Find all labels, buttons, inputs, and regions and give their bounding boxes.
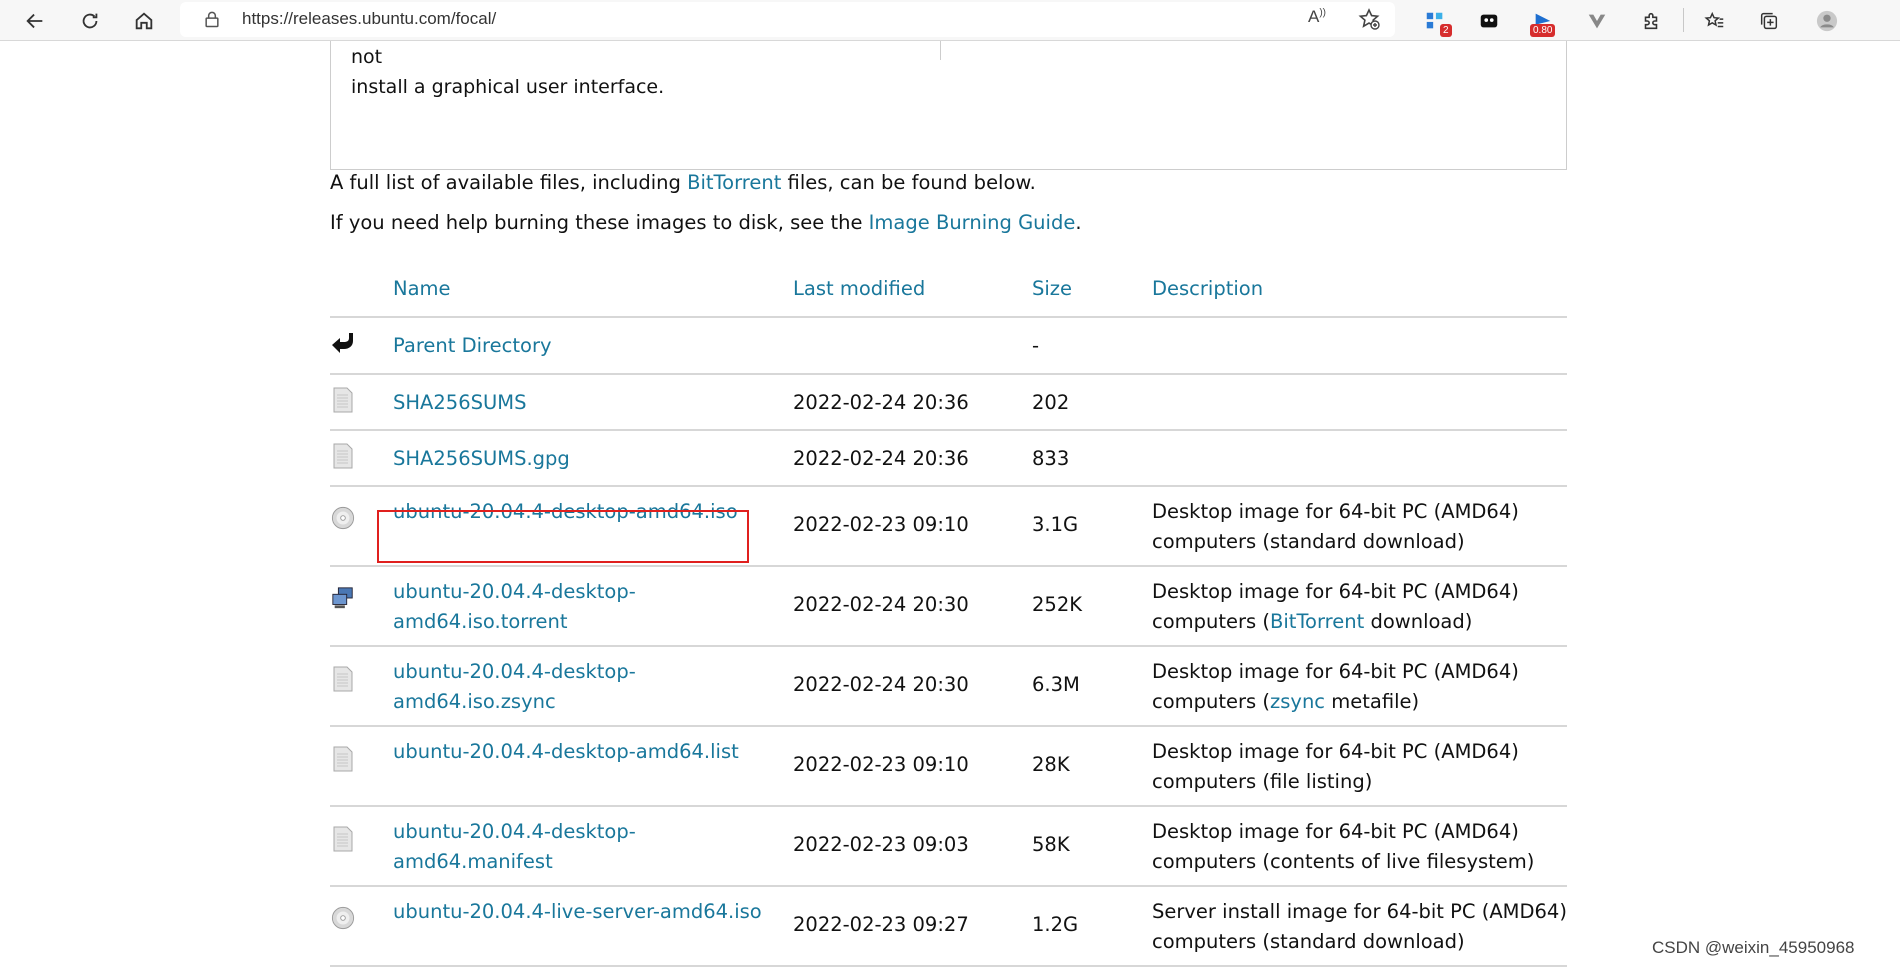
last-modified: 2022-02-24 20:36 <box>793 447 969 470</box>
file-link[interactable]: SHA256SUMS.gpg <box>393 444 773 474</box>
row-divider <box>330 965 1567 967</box>
last-modified: 2022-02-23 09:10 <box>793 753 969 776</box>
last-modified: 2022-02-23 09:10 <box>793 513 969 536</box>
puzzle-icon <box>1644 12 1658 30</box>
last-modified: 2022-02-23 09:27 <box>793 913 969 936</box>
network-computer-icon <box>331 586 355 612</box>
file-link[interactable]: ubuntu-20.04.4-desktop-amd64.iso.zsync <box>393 657 773 717</box>
file-description: Server install image for 64-bit PC (AMD6… <box>1152 900 1567 953</box>
text-file-icon <box>331 443 355 469</box>
browser-toolbar: https://releases.ubuntu.com/focal/ A)) 2… <box>0 0 1900 41</box>
sort-by-description-link[interactable]: Description <box>1152 277 1263 300</box>
extensions-button[interactable] <box>1634 4 1668 38</box>
file-description: Desktop image for 64-bit PC (AMD64) compu… <box>1152 660 1519 713</box>
file-link[interactable]: ubuntu-20.04.4-live-server-amd64.iso <box>393 897 773 927</box>
extension-mask-button[interactable] <box>1472 4 1506 38</box>
collections-icon <box>1760 12 1778 30</box>
description-link[interactable]: zsync <box>1270 690 1325 713</box>
last-modified: 2022-02-23 09:03 <box>793 833 969 856</box>
file-link[interactable]: SHA256SUMS <box>393 388 773 418</box>
mask-icon <box>1480 14 1498 28</box>
lock-icon <box>205 11 219 28</box>
home-button[interactable] <box>127 4 161 38</box>
text-file-icon <box>331 826 355 852</box>
sort-by-name-link[interactable]: Name <box>393 277 451 300</box>
refresh-icon <box>82 13 98 29</box>
last-modified: 2022-02-24 20:36 <box>793 391 969 414</box>
row-divider <box>330 429 1567 431</box>
sort-by-modified-link[interactable]: Last modified <box>793 277 925 300</box>
favorites-button[interactable] <box>1698 4 1732 38</box>
avatar-icon <box>1816 10 1838 32</box>
file-description: Desktop image for 64-bit PC (AMD64) compu… <box>1152 820 1535 873</box>
read-aloud-icon: A <box>1308 7 1320 26</box>
row-divider <box>330 316 1567 318</box>
file-description: Desktop image for 64-bit PC (AMD64) compu… <box>1152 580 1519 633</box>
refresh-button[interactable] <box>73 4 107 38</box>
row-divider <box>330 485 1567 487</box>
server-image-box: permanently on a computer for use as a s… <box>330 41 1567 170</box>
box-divider <box>940 41 941 60</box>
read-aloud-button[interactable]: A)) <box>1308 7 1334 31</box>
extension-count-badge: 2 <box>1440 24 1452 37</box>
add-favorite-icon[interactable] <box>1356 7 1382 31</box>
home-icon <box>135 12 153 30</box>
row-divider <box>330 725 1567 727</box>
file-link[interactable]: ubuntu-20.04.4-desktop-amd64.list <box>393 737 773 767</box>
profile-button[interactable] <box>1810 4 1844 38</box>
file-link[interactable]: ubuntu-20.04.4-desktop-amd64.iso.torrent <box>393 577 773 637</box>
image-burning-guide-link[interactable]: Image Burning Guide <box>869 211 1076 234</box>
file-size: 202 <box>1032 391 1070 414</box>
extension-score-badge: 0.80 <box>1530 24 1556 37</box>
last-modified: 2022-02-24 20:30 <box>793 673 969 696</box>
extension-vue-button[interactable] <box>1580 4 1614 38</box>
file-size: 1.2G <box>1032 913 1079 936</box>
extension-apps-button[interactable]: 2 <box>1418 4 1452 38</box>
watermark: CSDN @weixin_45950968 <box>1652 938 1855 957</box>
url-text[interactable]: https://releases.ubuntu.com/focal/ <box>242 9 496 29</box>
collections-button[interactable] <box>1752 4 1786 38</box>
address-bar[interactable]: https://releases.ubuntu.com/focal/ A)) <box>180 2 1395 37</box>
file-description: Desktop image for 64-bit PC (AMD64) compu… <box>1152 740 1519 793</box>
vue-icon <box>1588 14 1606 29</box>
back-button[interactable] <box>18 4 52 38</box>
back-arrow-icon <box>26 13 43 29</box>
toolbar-separator <box>1683 8 1684 32</box>
description-link[interactable]: BitTorrent <box>1270 610 1364 633</box>
file-list-intro: A full list of available files, includin… <box>330 171 1036 194</box>
file-size: 28K <box>1032 753 1070 776</box>
last-modified: 2022-02-24 20:30 <box>793 593 969 616</box>
favorites-list-icon <box>1704 11 1724 28</box>
file-size: 58K <box>1032 833 1070 856</box>
extension-translate-button[interactable]: 0.80 <box>1526 4 1560 38</box>
disc-icon <box>331 906 355 932</box>
row-divider <box>330 645 1567 647</box>
burning-help-text: If you need help burning these images to… <box>330 211 1082 234</box>
server-image-description: permanently on a computer for use as a s… <box>351 46 665 98</box>
bittorrent-link[interactable]: BitTorrent <box>687 171 781 194</box>
row-divider <box>330 373 1567 375</box>
back-arrow-icon <box>331 330 355 356</box>
file-link[interactable]: ubuntu-20.04.4-desktop-amd64.manifest <box>393 817 773 877</box>
text-file-icon <box>331 387 355 413</box>
file-link[interactable]: Parent Directory <box>393 331 773 361</box>
disc-icon <box>331 506 355 532</box>
selected-file-highlight <box>377 510 749 563</box>
file-size: 6.3M <box>1032 673 1080 696</box>
file-description: Desktop image for 64-bit PC (AMD64) compu… <box>1152 500 1519 553</box>
file-size: 833 <box>1032 447 1070 470</box>
row-divider <box>330 565 1567 567</box>
file-size: 252K <box>1032 593 1083 616</box>
row-divider <box>330 805 1567 807</box>
text-file-icon <box>331 746 355 772</box>
file-size: 3.1G <box>1032 513 1079 536</box>
sort-by-size-link[interactable]: Size <box>1032 277 1072 300</box>
file-size: - <box>1032 334 1040 357</box>
page-content: permanently on a computer for use as a s… <box>0 41 1900 975</box>
row-divider <box>330 885 1567 887</box>
text-file-icon <box>331 666 355 692</box>
